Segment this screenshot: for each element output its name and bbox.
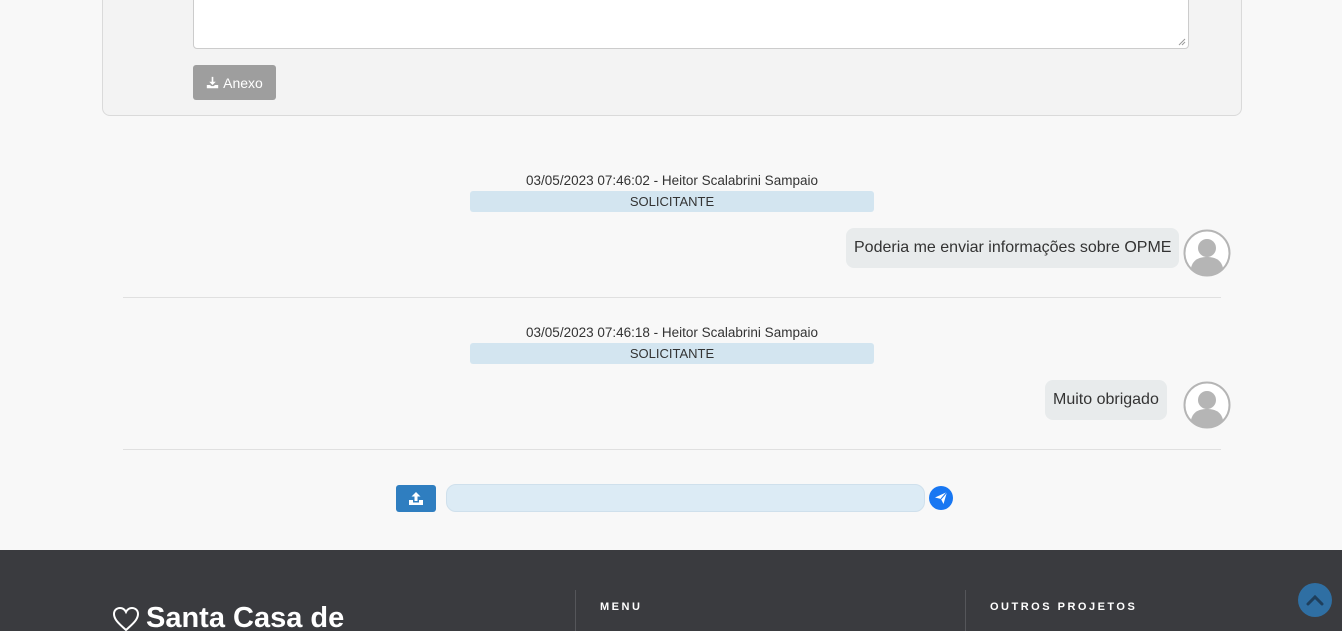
attach-button-label: Anexo [223, 74, 263, 91]
send-button[interactable] [929, 486, 953, 510]
upload-icon [409, 492, 423, 505]
attach-button[interactable]: Anexo [193, 65, 276, 100]
message-bubble: Poderia me enviar informações sobre OPME [846, 228, 1180, 268]
role-badge: SOLICITANTE [470, 191, 874, 212]
message-meta: 03/05/2023 07:46:02 - Heitor Scalabrini … [526, 173, 818, 188]
message-divider [123, 297, 1221, 298]
footer-menu-heading: MENU [600, 601, 643, 613]
footer-column-divider [575, 590, 576, 631]
message-divider [123, 449, 1221, 450]
resize-grip-icon[interactable] [1178, 38, 1186, 46]
send-paper-plane-icon [935, 491, 948, 504]
download-icon [206, 76, 219, 89]
chevron-up-icon [1306, 594, 1324, 606]
footer: Santa Casa de MENU OUTROS PROJETOS [0, 550, 1342, 631]
message-meta: 03/05/2023 07:46:18 - Heitor Scalabrini … [526, 325, 818, 340]
attachment-panel: Anexo [102, 0, 1242, 116]
message-textarea[interactable] [193, 0, 1189, 49]
chat-message-input[interactable] [446, 484, 925, 512]
footer-brand-name: Santa Casa de [146, 602, 345, 631]
upload-file-button[interactable] [396, 485, 436, 512]
avatar-icon [1183, 229, 1231, 277]
footer-projects-heading: OUTROS PROJETOS [990, 601, 1138, 613]
footer-column-divider [965, 590, 966, 631]
avatar-icon [1183, 381, 1231, 429]
message-bubble: Muito obrigado [1045, 380, 1167, 420]
role-badge: SOLICITANTE [470, 343, 874, 364]
scroll-to-top-button[interactable] [1298, 583, 1332, 617]
footer-brand[interactable]: Santa Casa de [112, 602, 344, 631]
heart-logo-icon [112, 606, 140, 631]
